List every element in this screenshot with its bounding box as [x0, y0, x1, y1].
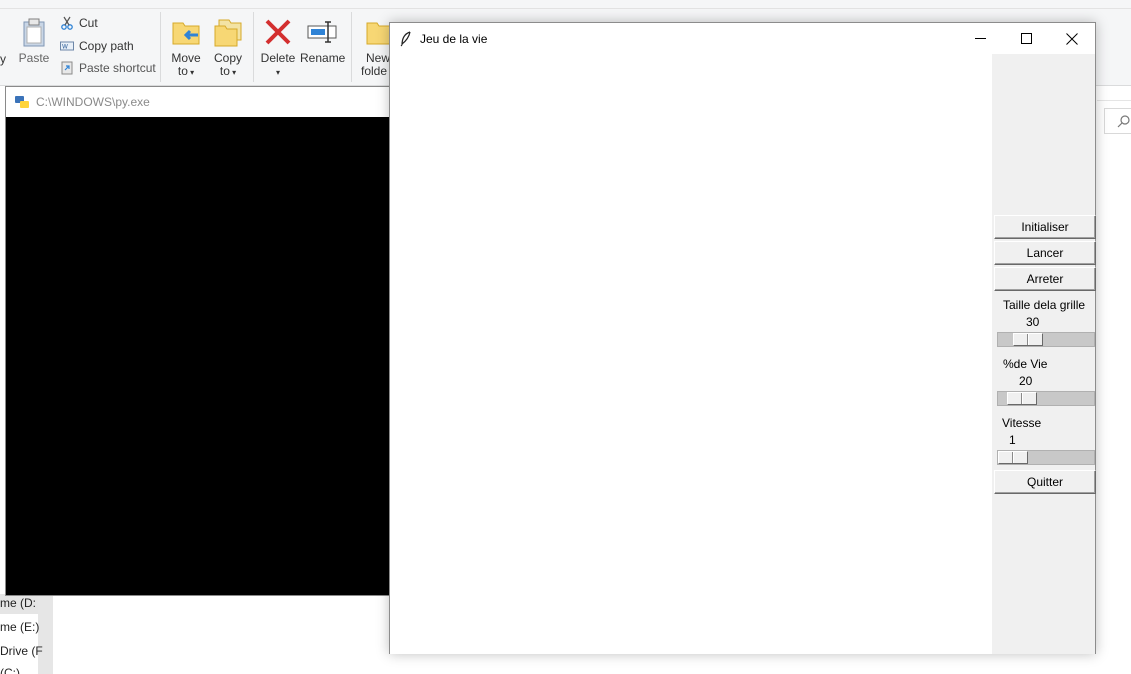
copy-to-button[interactable]: Copy to ▾: [210, 16, 246, 79]
paste-shortcut-label: Paste shortcut: [79, 61, 156, 75]
quit-button[interactable]: Quitter: [994, 470, 1096, 494]
close-button[interactable]: [1049, 23, 1095, 54]
delete-label: Delete: [260, 51, 296, 65]
grid-size-value: 30: [1026, 315, 1040, 329]
paste-label: Paste: [18, 51, 50, 65]
paste-shortcut-icon: [61, 61, 73, 75]
console-titlebar[interactable]: C:\WINDOWS\py.exe: [6, 87, 391, 117]
paste-button[interactable]: Paste: [16, 16, 52, 65]
minimize-button[interactable]: [957, 23, 1003, 54]
close-icon: [1066, 32, 1078, 45]
chevron-down-icon: ▾: [275, 68, 280, 77]
grid-size-slider-handle[interactable]: [1013, 333, 1043, 346]
stop-button[interactable]: Arreter: [994, 267, 1096, 291]
console-title: C:\WINDOWS\py.exe: [36, 95, 150, 109]
life-percent-label: %de Vie: [1003, 357, 1048, 371]
clipboard-icon: [23, 18, 45, 47]
rename-icon: [307, 21, 337, 43]
speed-label: Vitesse: [1002, 416, 1042, 430]
ribbon-tab-strip: [0, 8, 1131, 9]
nav-item-f-drive[interactable]: Drive (F: [0, 644, 43, 658]
rename-button[interactable]: Rename: [300, 16, 346, 65]
start-button[interactable]: Lancer: [994, 241, 1096, 265]
copy-to-label-line1: Copy: [213, 51, 242, 65]
new-folder-label-line2: folde: [361, 64, 388, 78]
move-to-label-line1: Move: [171, 51, 201, 65]
move-folder-icon: [172, 22, 200, 45]
chevron-down-icon: ▾: [229, 68, 237, 77]
copy-folder-icon: [214, 19, 242, 47]
window-titlebar[interactable]: Jeu de la vie: [390, 23, 1095, 54]
feather-icon: [400, 30, 411, 46]
console-window[interactable]: C:\WINDOWS\py.exe: [5, 86, 392, 596]
ribbon-fragment-label: y: [0, 52, 6, 66]
search-box[interactable]: [1104, 108, 1131, 134]
speed-slider-handle[interactable]: [998, 451, 1028, 464]
nav-scrollbar[interactable]: [38, 596, 53, 674]
copy-to-label-line2: to: [219, 64, 230, 78]
game-of-life-window[interactable]: Jeu de la vie Initialiser Lancer Arreter…: [389, 22, 1096, 654]
life-percent-value: 20: [1019, 374, 1033, 388]
new-folder-label-line1: New: [366, 51, 391, 65]
copy-path-icon: W: [60, 41, 74, 51]
python-icon: [15, 96, 29, 108]
grid-size-label: Taille dela grille: [1003, 298, 1086, 312]
svg-text:W: W: [62, 44, 68, 51]
control-panel: Initialiser Lancer Arreter Taille dela g…: [992, 54, 1096, 654]
game-grid-canvas[interactable]: [390, 54, 992, 654]
speed-slider[interactable]: [997, 450, 1095, 465]
life-percent-slider-handle[interactable]: [1007, 392, 1037, 405]
nav-item-c-drive[interactable]: (C:): [0, 666, 20, 674]
maximize-button[interactable]: [1003, 23, 1049, 54]
grid-size-slider[interactable]: [997, 332, 1095, 347]
delete-x-icon: [265, 19, 291, 45]
copy-path-button[interactable]: W Copy path: [60, 36, 134, 56]
scissors-icon: [61, 16, 73, 30]
copy-path-label: Copy path: [79, 39, 134, 53]
life-percent-slider[interactable]: [997, 391, 1095, 406]
cut-button[interactable]: Cut: [60, 13, 98, 33]
search-icon: [1117, 115, 1130, 128]
maximize-icon: [1020, 33, 1032, 44]
chevron-down-icon: ▾: [187, 68, 195, 77]
nav-item-d-drive[interactable]: me (D:: [0, 596, 36, 610]
paste-shortcut-button[interactable]: Paste shortcut: [60, 58, 156, 78]
ribbon-divider: [351, 12, 352, 82]
move-to-label-line2: to: [177, 64, 188, 78]
speed-value: 1: [1009, 433, 1016, 447]
cut-label: Cut: [79, 16, 98, 30]
minimize-icon: [974, 38, 986, 39]
ribbon-divider: [253, 12, 254, 82]
delete-button[interactable]: Delete ▾: [258, 16, 298, 79]
nav-item-e-drive[interactable]: me (E:): [0, 620, 39, 634]
initialize-button[interactable]: Initialiser: [994, 215, 1096, 239]
ribbon-divider: [160, 12, 161, 82]
rename-label: Rename: [300, 51, 346, 65]
window-title: Jeu de la vie: [420, 31, 488, 46]
explorer-file-list-edge: [1097, 100, 1131, 674]
move-to-button[interactable]: Move to ▾: [168, 16, 204, 79]
